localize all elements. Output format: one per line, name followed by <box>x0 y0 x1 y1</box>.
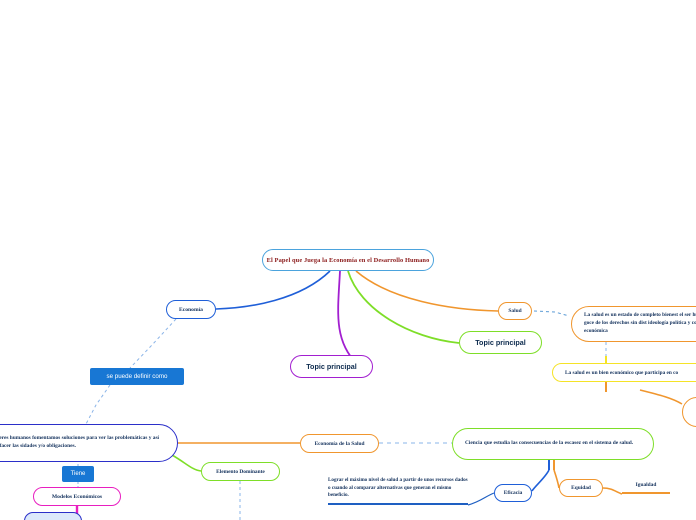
node-salud-bien-economico[interactable]: La salud es un bien económico que partic… <box>552 363 696 382</box>
node-equidad[interactable]: Equidad <box>559 479 603 497</box>
node-economia-label: Economía <box>179 306 203 313</box>
node-definicion-economia[interactable]: ma en la que los seres humanos fomentamo… <box>0 424 178 462</box>
node-bottom-blue-clipped[interactable] <box>24 512 82 520</box>
node-igualdad[interactable]: Igualdad <box>622 478 670 494</box>
node-se-puede-definir-como[interactable]: se puede definir como <box>90 368 184 385</box>
node-salud-label: Salud <box>508 308 522 314</box>
node-salud-bien-economico-label: La salud es un bien económico que partic… <box>565 369 679 376</box>
node-definicion-economia-label: ma en la que los seres humanos fomentamo… <box>0 435 160 449</box>
root-node[interactable]: El Papel que Juega la Economía en el Des… <box>262 249 434 271</box>
node-modelos-economicos[interactable]: Modelos Económicos <box>33 487 121 506</box>
node-topic-principal-purple[interactable]: Topic principal <box>290 355 373 378</box>
node-economia[interactable]: Economía <box>166 300 216 319</box>
node-tiene-label: Tiene <box>70 471 86 477</box>
node-economia-de-la-salud-label: Economía de la Salud <box>314 440 365 447</box>
node-economia-de-la-salud[interactable]: Economía de la Salud <box>300 434 379 453</box>
node-definicion-salud[interactable]: La salud es un estado de completo bienes… <box>571 306 696 342</box>
node-equidad-label: Equidad <box>571 485 591 491</box>
node-definicion-salud-label: La salud es un estado de completo bienes… <box>584 312 696 334</box>
node-topic-principal-green-label: Topic principal <box>475 338 526 347</box>
node-lograr-maximo-nivel[interactable]: Lograr el máximo nivel de salud a partir… <box>328 477 468 505</box>
root-node-label: El Papel que Juega la Economía en el Des… <box>266 256 430 264</box>
node-eficacia-label: Eficacia <box>503 490 523 496</box>
node-topic-principal-green[interactable]: Topic principal <box>459 331 542 354</box>
node-eficacia[interactable]: Eficacia <box>494 484 532 502</box>
node-elemento-dominante[interactable]: Elemento Dominante <box>201 462 280 481</box>
node-lograr-maximo-nivel-label: Lograr el máximo nivel de salud a partir… <box>328 477 468 499</box>
node-modelos-economicos-label: Modelos Económicos <box>51 493 103 500</box>
node-ciencia-escasez-label: Ciencia que estudia las consecuencias de… <box>465 440 634 447</box>
node-ciencia-escasez[interactable]: Ciencia que estudia las consecuencias de… <box>452 428 654 460</box>
node-igualdad-label: Igualdad <box>635 482 657 488</box>
node-se-puede-definir-como-label: se puede definir como <box>106 373 168 380</box>
node-tiene[interactable]: Tiene <box>62 466 94 482</box>
node-elemento-dominante-label: Elemento Dominante <box>216 468 265 475</box>
node-topic-principal-purple-label: Topic principal <box>306 362 357 371</box>
node-salud[interactable]: Salud <box>498 302 532 320</box>
node-right-edge-clipped[interactable] <box>682 397 696 427</box>
mindmap-canvas[interactable]: El Papel que Juega la Economía en el Des… <box>0 0 696 520</box>
